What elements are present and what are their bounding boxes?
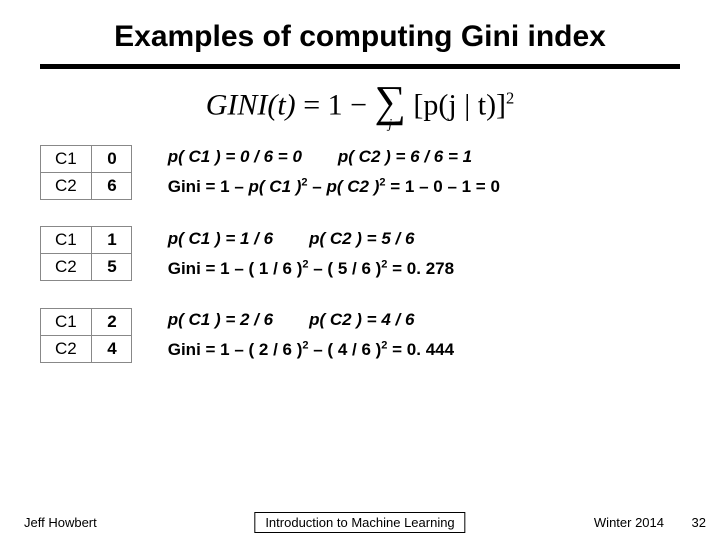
formula-lhs: GINI(t) (206, 89, 296, 122)
p-c2: p( C2 ) = 6 / 6 = 1 (338, 142, 472, 172)
example-row: C12 C24 p( C1 ) = 2 / 6 p( C2 ) = 4 / 6 … (40, 305, 680, 365)
footer-author: Jeff Howbert (24, 515, 97, 530)
gini-t2: p( C2 ) (326, 177, 379, 196)
gini-post: = 1 – 0 – 1 = 0 (386, 177, 500, 196)
gini-post: = 0. 278 (387, 259, 454, 278)
gini-pre: Gini = 1 – (168, 177, 249, 196)
prob-line: p( C1 ) = 0 / 6 = 0 p( C2 ) = 6 / 6 = 1 (168, 142, 500, 172)
example-equations: p( C1 ) = 0 / 6 = 0 p( C2 ) = 6 / 6 = 1 … (168, 142, 500, 202)
table-cell: C2 (41, 254, 92, 281)
gini-t1: p( C1 ) (249, 177, 302, 196)
footer-term: Winter 2014 (594, 515, 664, 530)
table-cell: C2 (41, 172, 92, 199)
table-cell: 5 (91, 254, 131, 281)
summation: ∑ j (375, 83, 406, 132)
prob-line: p( C1 ) = 2 / 6 p( C2 ) = 4 / 6 (168, 305, 454, 335)
formula-expression: GINI(t) = 1 − ∑ j [p(j | t)]2 (206, 83, 515, 132)
gini-mid: – ( 5 / 6 ) (309, 259, 382, 278)
slide-footer: Jeff Howbert Introduction to Machine Lea… (0, 515, 720, 530)
gini-formula: GINI(t) = 1 − ∑ j [p(j | t)]2 (40, 83, 680, 132)
slide-title: Examples of computing Gini index (40, 20, 680, 54)
sigma-icon: ∑ (375, 83, 406, 120)
p-c1: p( C1 ) = 1 / 6 (168, 224, 273, 254)
p-c2: p( C2 ) = 5 / 6 (309, 224, 414, 254)
gini-line: Gini = 1 – p( C1 )2 – p( C2 )2 = 1 – 0 –… (168, 172, 500, 202)
table-cell: C1 (41, 227, 92, 254)
formula-power: 2 (506, 89, 514, 108)
gini-line: Gini = 1 – ( 2 / 6 )2 – ( 4 / 6 )2 = 0. … (168, 335, 454, 365)
table-cell: 6 (91, 172, 131, 199)
gini-full: Gini = 1 – ( 2 / 6 ) (168, 340, 303, 359)
table-cell: C2 (41, 335, 92, 362)
gini-line: Gini = 1 – ( 1 / 6 )2 – ( 5 / 6 )2 = 0. … (168, 254, 454, 284)
table-cell: 2 (91, 308, 131, 335)
example-equations: p( C1 ) = 1 / 6 p( C2 ) = 5 / 6 Gini = 1… (168, 224, 454, 284)
formula-bracket: [p(j | t)] (413, 89, 506, 122)
table-cell: C1 (41, 308, 92, 335)
examples-container: C10 C26 p( C1 ) = 0 / 6 = 0 p( C2 ) = 6 … (40, 142, 680, 365)
example-table: C12 C24 (40, 308, 132, 363)
table-cell: 0 (91, 145, 131, 172)
table-cell: 1 (91, 227, 131, 254)
p-c1: p( C1 ) = 2 / 6 (168, 305, 273, 335)
p-c2: p( C2 ) = 4 / 6 (309, 305, 414, 335)
p-c1: p( C1 ) = 0 / 6 = 0 (168, 142, 302, 172)
example-row: C10 C26 p( C1 ) = 0 / 6 = 0 p( C2 ) = 6 … (40, 142, 680, 202)
footer-course: Introduction to Machine Learning (254, 512, 465, 533)
equals: = (303, 89, 327, 122)
footer-page-number: 32 (692, 515, 706, 530)
table-cell: C1 (41, 145, 92, 172)
minus: − (350, 89, 374, 122)
prob-line: p( C1 ) = 1 / 6 p( C2 ) = 5 / 6 (168, 224, 454, 254)
table-cell: 4 (91, 335, 131, 362)
formula-one: 1 (328, 89, 343, 122)
title-divider (40, 64, 680, 69)
example-table: C11 C25 (40, 226, 132, 281)
slide: Examples of computing Gini index GINI(t)… (0, 0, 720, 540)
gini-mid: – ( 4 / 6 ) (309, 340, 382, 359)
example-equations: p( C1 ) = 2 / 6 p( C2 ) = 4 / 6 Gini = 1… (168, 305, 454, 365)
gini-post: = 0. 444 (387, 340, 454, 359)
gini-full: Gini = 1 – ( 1 / 6 ) (168, 259, 303, 278)
example-table: C10 C26 (40, 145, 132, 200)
example-row: C11 C25 p( C1 ) = 1 / 6 p( C2 ) = 5 / 6 … (40, 224, 680, 284)
gini-dash: – (308, 177, 327, 196)
